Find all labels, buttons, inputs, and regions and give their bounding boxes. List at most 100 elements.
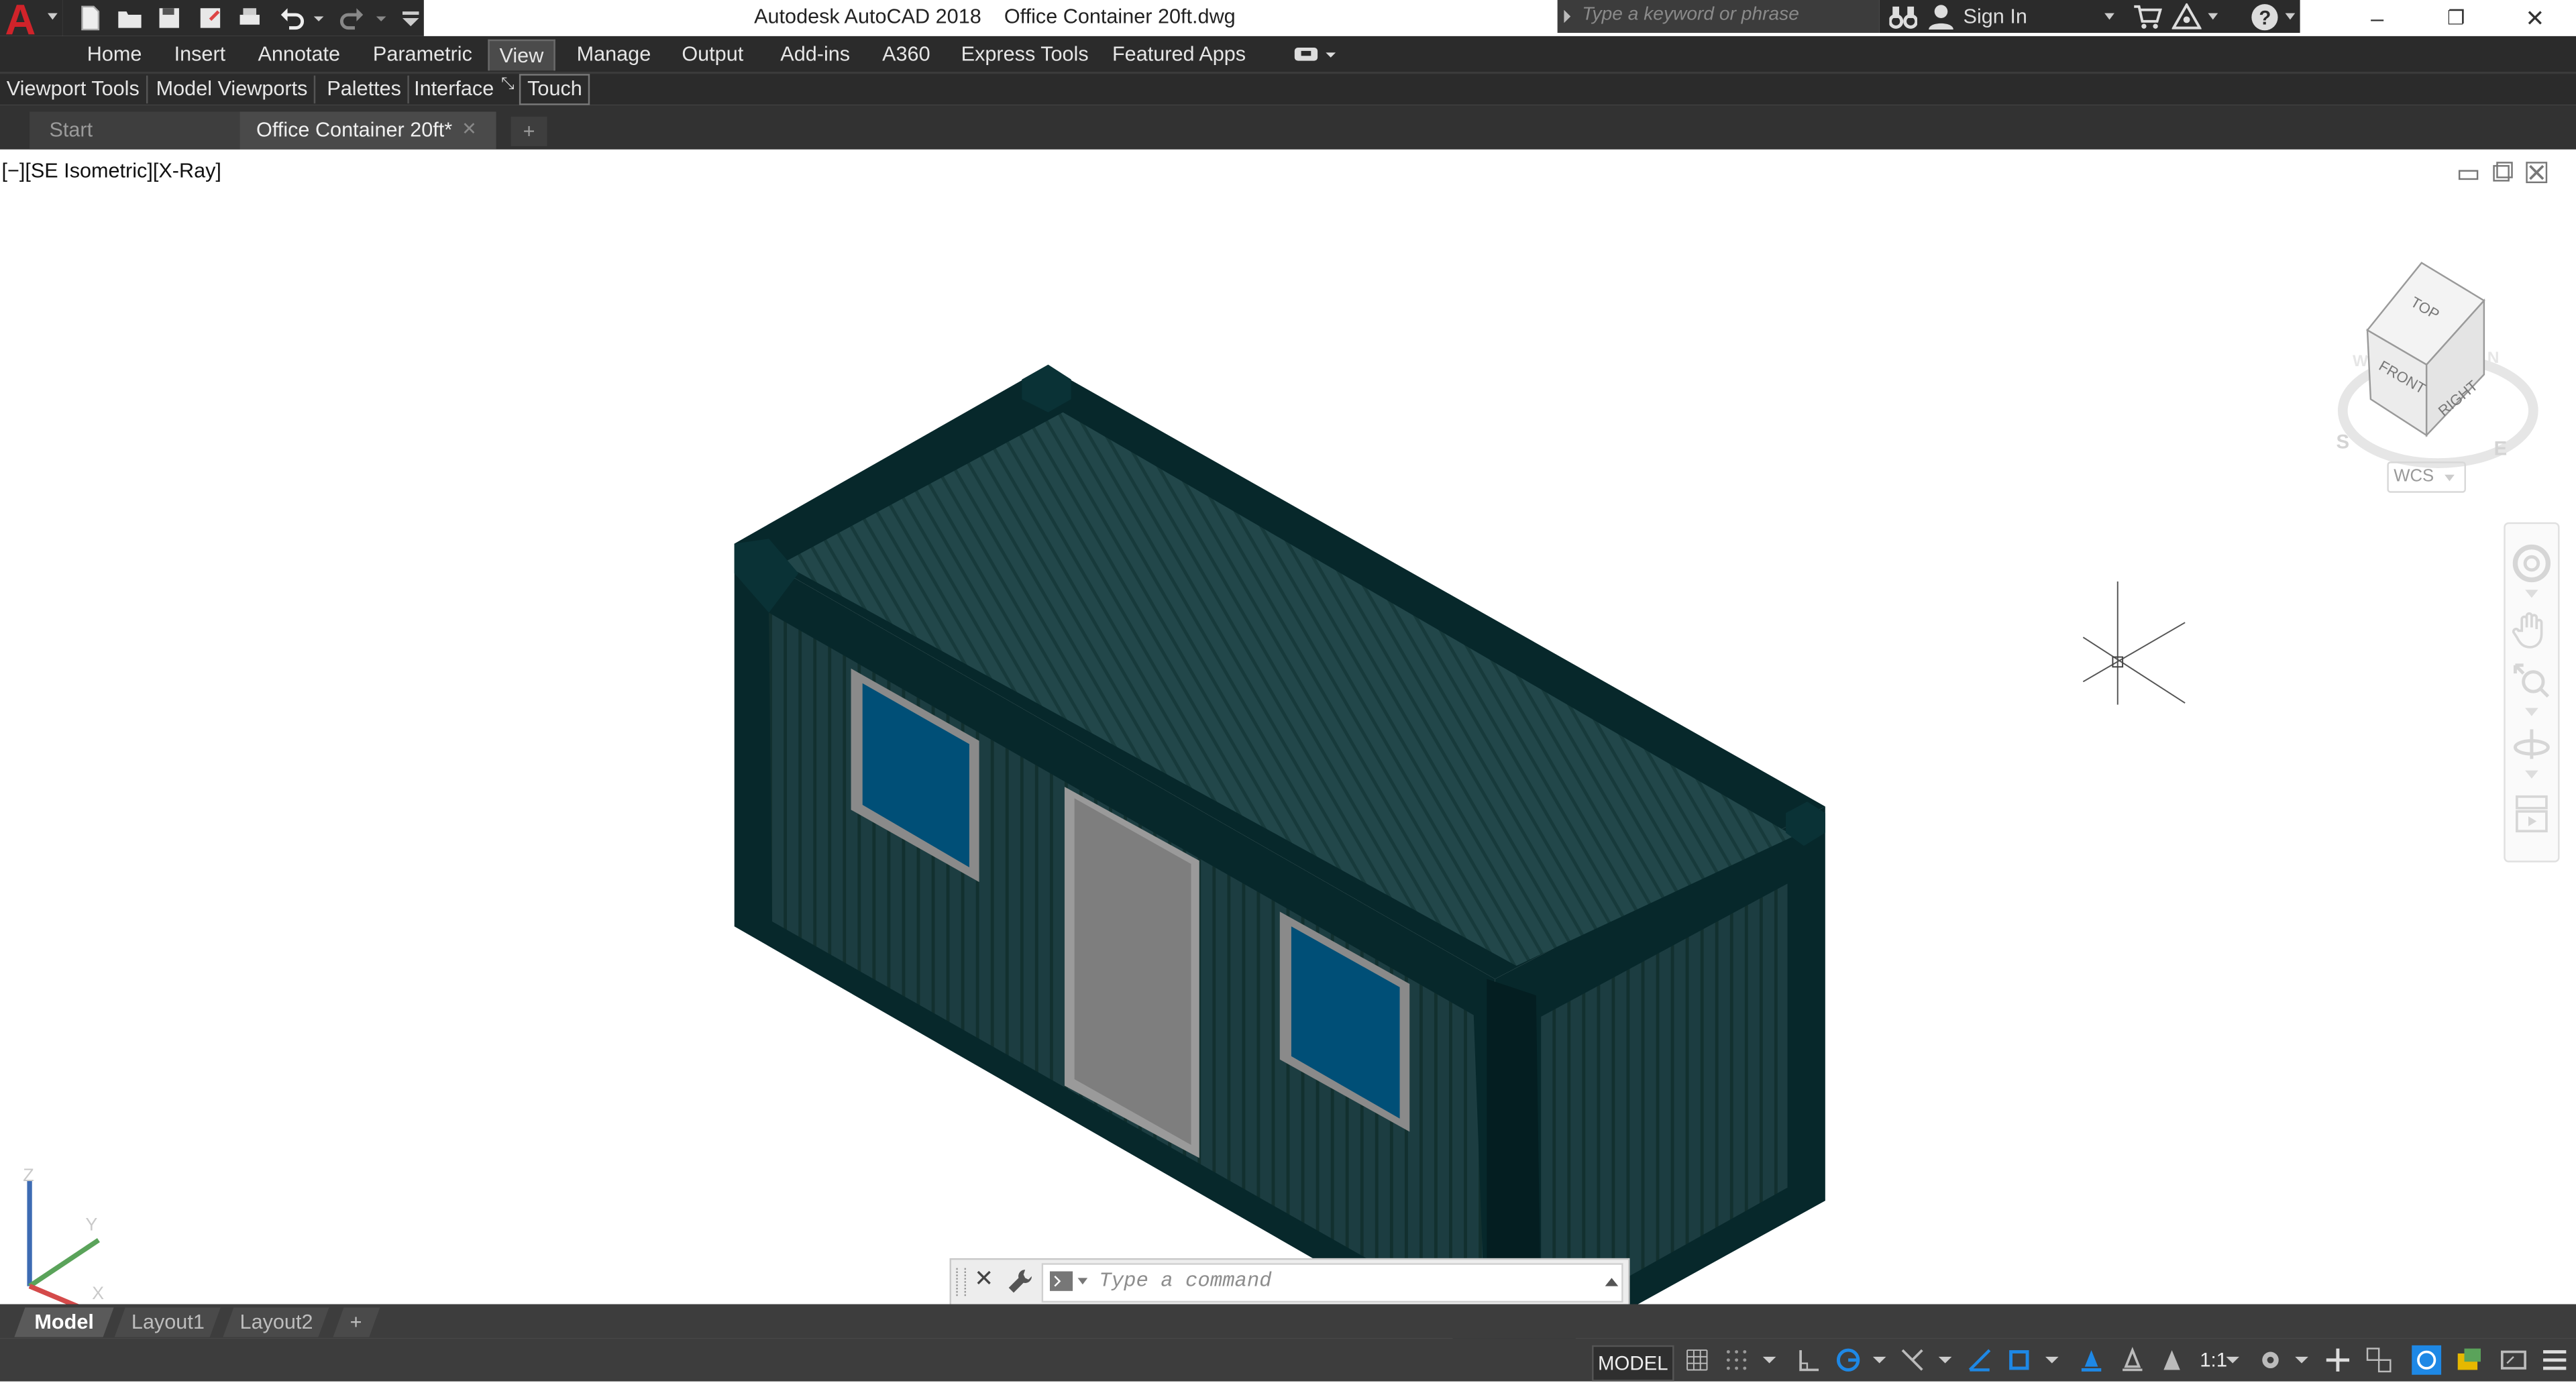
binoculars-icon[interactable] [1889,3,1917,30]
container-3d-model[interactable] [723,358,1840,1385]
cart-icon[interactable] [2133,3,2162,30]
isometric-drafting-icon[interactable] [1899,1347,1925,1373]
drawing-area[interactable]: [−][SE Isometric][X-Ray] TOP FRONT RIGHT… [0,149,2576,1374]
tab-add-ins[interactable]: Add-ins [780,43,850,66]
chevron-down-icon[interactable] [2285,13,2296,20]
layout-tab-layout2[interactable]: Layout2 [223,1307,329,1337]
chevron-down-icon[interactable] [1872,1347,1886,1373]
tab-a360[interactable]: A360 [882,43,930,66]
annotation-monitor-icon[interactable] [2324,1347,2351,1373]
panel-viewport-tools[interactable]: Viewport Tools [0,75,148,104]
tab-annotate[interactable]: Annotate [258,43,340,66]
chevron-up-icon[interactable] [1605,1278,1619,1286]
layout-tab-layout1-label: Layout1 [131,1311,205,1334]
object-snap-tracking-icon[interactable] [1966,1347,1992,1373]
workspace-gear-icon[interactable] [2257,1347,2284,1373]
grip-handle[interactable] [956,1268,967,1296]
panel-model-viewports[interactable]: Model Viewports [150,75,316,104]
chevron-down-icon[interactable] [2104,13,2114,20]
customize-toolbar-icon[interactable] [398,5,424,31]
minimize-viewport-icon[interactable] [2458,170,2479,180]
auto-scale-icon[interactable] [2119,1347,2145,1373]
close-icon[interactable]: ✕ [974,1265,994,1293]
layout-tab-model[interactable]: Model [14,1307,114,1337]
zoom-extents-icon[interactable] [2512,662,2552,702]
chevron-down-icon[interactable] [2045,1347,2059,1373]
help-icon[interactable]: ? [2251,3,2279,32]
tab-output[interactable]: Output [682,43,743,66]
close-button[interactable]: ✕ [2514,3,2557,33]
tab-home[interactable]: Home [87,43,142,66]
chevron-down-icon[interactable] [2525,590,2538,600]
chevron-down-icon[interactable] [1077,1278,1088,1285]
search-input[interactable]: Type a keyword or phrase [1557,0,1880,33]
undo-icon[interactable] [279,5,305,31]
chevron-down-icon[interactable] [2525,708,2538,718]
open-folder-icon[interactable] [117,5,143,31]
tab-parametric[interactable]: Parametric [373,43,472,66]
chevron-down-icon[interactable] [2208,13,2218,20]
grid-icon[interactable] [1684,1347,1710,1373]
save-as-icon[interactable] [197,5,223,31]
chevron-down-icon[interactable] [2295,1347,2308,1373]
annotation-scale-value[interactable]: 1:1 [2200,1349,2227,1372]
tab-manage[interactable]: Manage [577,43,651,66]
file-tab-start[interactable]: Start [30,111,240,150]
units-icon[interactable] [2366,1347,2392,1373]
redo-dropdown-icon[interactable] [374,5,388,31]
model-space-toggle[interactable]: MODEL [1592,1345,1674,1382]
ribbon-display-toggle-icon[interactable] [1293,44,1339,64]
new-layout-button[interactable]: + [333,1307,380,1337]
viewcube-icon[interactable]: TOP FRONT RIGHT S E W N [2323,252,2553,498]
panel-touch[interactable]: Touch [519,74,591,105]
file-tab-active[interactable]: Office Container 20ft* ✕ [239,111,496,150]
tab-express-tools[interactable]: Express Tools [961,43,1089,66]
print-icon[interactable] [237,5,263,31]
orbit-icon[interactable] [2512,724,2552,764]
chevron-down-icon[interactable] [2226,1347,2239,1373]
tab-featured-apps[interactable]: Featured Apps [1112,43,1246,66]
isolate-objects-icon[interactable] [2456,1347,2482,1373]
object-snap-icon[interactable] [2006,1347,2032,1373]
a360-icon[interactable] [2171,3,2202,30]
tab-insert[interactable]: Insert [174,43,226,66]
chevron-down-icon[interactable] [1938,1347,1952,1373]
panel-launcher-icon[interactable]: ⤡ [501,76,515,94]
undo-dropdown-icon[interactable] [312,5,325,31]
wrench-icon[interactable] [1007,1268,1033,1294]
viewport-controls-label[interactable]: [−][SE Isometric][X-Ray] [1,160,221,182]
polar-tracking-icon[interactable] [1835,1347,1862,1373]
restore-button[interactable]: ❐ [2434,3,2477,33]
steering-wheel-icon[interactable] [2512,544,2552,584]
layout-tab-layout1[interactable]: Layout1 [114,1307,221,1337]
annotation-visibility-icon[interactable] [2078,1347,2104,1373]
redo-icon[interactable] [338,5,364,31]
pan-hand-icon[interactable] [2512,610,2552,649]
infer-constraints-icon[interactable] [1796,1347,1822,1373]
clean-screen-icon[interactable] [2500,1347,2526,1373]
annotation-scale-icon[interactable] [2159,1347,2185,1373]
document-title: Office Container 20ft.dwg [1004,5,1236,28]
chevron-down-icon[interactable] [1762,1347,1776,1373]
minimize-button[interactable]: – [2356,3,2399,33]
command-input[interactable]: Type a command [1041,1263,1623,1303]
panel-interface[interactable]: Interface [407,76,500,104]
showmotion-icon[interactable] [2512,793,2552,836]
panel-palettes[interactable]: Palettes [321,75,410,104]
new-tab-button[interactable]: + [511,116,547,146]
restore-viewport-icon[interactable] [2493,162,2513,182]
customization-menu-icon[interactable] [2542,1347,2568,1373]
wcs-menu[interactable]: WCS [2387,461,2466,493]
snap-mode-icon[interactable] [1723,1347,1750,1373]
chevron-down-icon[interactable] [2525,770,2538,781]
tab-view[interactable]: View [488,39,555,71]
new-file-icon[interactable] [77,5,103,31]
save-icon[interactable] [156,5,182,31]
file-tab-active-label: Office Container 20ft* [256,118,453,142]
close-viewport-icon[interactable] [2526,162,2548,184]
application-menu-button[interactable]: A [0,0,63,44]
close-tab-icon[interactable]: ✕ [462,112,477,150]
sign-in-link[interactable]: Sign In [1964,5,2027,27]
hardware-acceleration-icon[interactable] [2412,1345,2442,1375]
infocenter-toolbar: Sign In ? [1879,0,2300,33]
